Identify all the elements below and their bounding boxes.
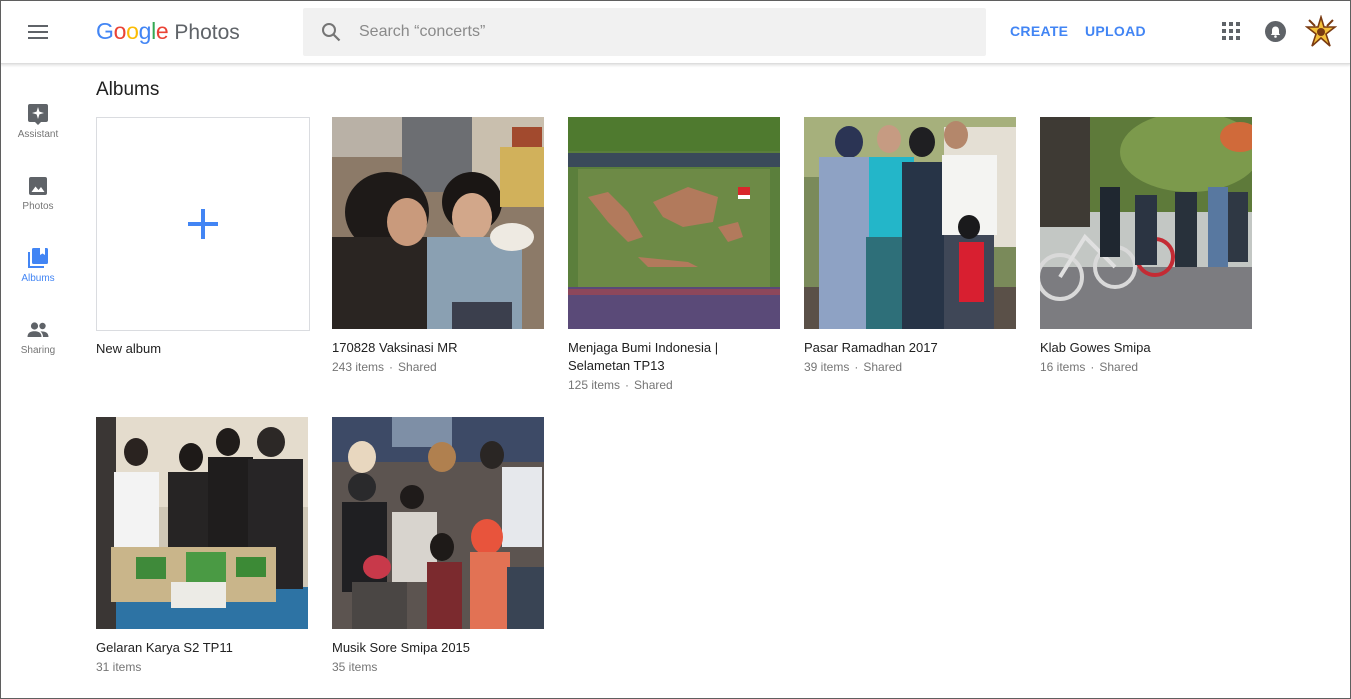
album-name: Musik Sore Smipa 2015 bbox=[332, 640, 471, 655]
album-card[interactable]: Klab Gowes Smipa 16 items · Shared bbox=[1040, 117, 1252, 376]
sidebar-item-label: Albums bbox=[21, 273, 55, 284]
meta-separator: · bbox=[1090, 360, 1095, 374]
album-shared-status: Shared bbox=[1099, 360, 1139, 374]
album-item-count: 31 items bbox=[96, 660, 142, 674]
album-shared-status: Shared bbox=[863, 360, 903, 374]
album-card[interactable]: 170828 Vaksinasi MR 243 items · Shared bbox=[332, 117, 544, 376]
album-card[interactable]: Menjaga Bumi Indonesia | Selametan TP13 … bbox=[568, 117, 780, 394]
sidebar-item-photos[interactable]: Photos bbox=[0, 172, 76, 232]
album-name: 170828 Vaksinasi MR bbox=[332, 340, 458, 355]
create-button[interactable]: CREATE bbox=[1010, 23, 1068, 39]
album-meta: 125 items · Shared bbox=[568, 376, 780, 394]
sidebar-item-label: Assistant bbox=[17, 129, 59, 140]
album-shared-status: Shared bbox=[634, 378, 673, 392]
album-cover-image[interactable] bbox=[96, 417, 308, 629]
product-name: Photos bbox=[174, 21, 240, 44]
search-bar[interactable] bbox=[303, 8, 986, 56]
album-shared-status: Shared bbox=[398, 360, 437, 374]
album-card[interactable]: Musik Sore Smipa 2015 35 items bbox=[332, 417, 544, 676]
logo-letter: G bbox=[96, 18, 114, 44]
sidebar-item-sharing[interactable]: Sharing bbox=[0, 316, 76, 376]
meta-separator: · bbox=[625, 378, 630, 392]
album-cover-image[interactable] bbox=[1040, 117, 1252, 329]
navigation-rail: Assistant Photos Albums Sharing bbox=[0, 65, 76, 695]
profile-avatar[interactable] bbox=[1304, 15, 1338, 49]
upload-button[interactable]: UPLOAD bbox=[1085, 23, 1146, 39]
album-cover-image[interactable] bbox=[804, 117, 1016, 329]
album-meta: 243 items · Shared bbox=[332, 358, 544, 376]
plus-icon bbox=[188, 209, 218, 239]
album-cover-image[interactable] bbox=[332, 417, 544, 629]
sidebar-item-assistant[interactable]: Assistant bbox=[0, 100, 76, 160]
sidebar-item-label: Sharing bbox=[20, 345, 56, 356]
album-name: Klab Gowes Smipa bbox=[1040, 340, 1151, 355]
hamburger-menu-icon[interactable] bbox=[20, 16, 56, 48]
logo-letter: e bbox=[155, 18, 169, 44]
bell-icon[interactable] bbox=[1265, 21, 1286, 42]
meta-separator: · bbox=[389, 360, 394, 374]
album-name: Gelaran Karya S2 TP11 bbox=[96, 640, 233, 655]
people-icon bbox=[26, 318, 50, 342]
album-card[interactable]: Pasar Ramadhan 2017 39 items · Shared bbox=[804, 117, 1016, 376]
album-cover-image[interactable] bbox=[332, 117, 544, 329]
meta-separator: · bbox=[854, 360, 859, 374]
album-meta: 31 items bbox=[96, 658, 308, 676]
page-title: Albums bbox=[96, 79, 160, 100]
logo-letter: o bbox=[113, 18, 127, 44]
album-meta: 16 items · Shared bbox=[1040, 358, 1252, 376]
google-photos-logo[interactable]: Google Photos bbox=[96, 18, 240, 45]
new-album-tile[interactable] bbox=[96, 117, 310, 331]
search-input[interactable] bbox=[359, 23, 959, 41]
top-app-bar: Google Photos CREATE UPLOAD bbox=[0, 0, 1351, 64]
album-item-count: 39 items bbox=[804, 360, 850, 374]
sidebar-item-albums[interactable]: Albums bbox=[0, 244, 76, 304]
album-item-count: 16 items bbox=[1040, 360, 1086, 374]
album-cover-image[interactable] bbox=[568, 117, 780, 329]
logo-letter: o bbox=[126, 18, 139, 44]
assistant-icon bbox=[26, 102, 50, 126]
album-name: Pasar Ramadhan 2017 bbox=[804, 340, 938, 355]
album-meta: 39 items · Shared bbox=[804, 358, 1016, 376]
new-album-card[interactable]: New album bbox=[96, 117, 310, 358]
album-name: Menjaga Bumi Indonesia | Selametan TP13 bbox=[568, 340, 719, 373]
logo-letter: g bbox=[138, 18, 152, 44]
sidebar-item-label: Photos bbox=[22, 201, 54, 212]
albums-icon bbox=[26, 246, 50, 270]
album-meta: 35 items bbox=[332, 658, 544, 676]
search-icon[interactable] bbox=[303, 22, 359, 42]
apps-grid-icon[interactable] bbox=[1220, 20, 1242, 42]
album-card[interactable]: Gelaran Karya S2 TP11 31 items bbox=[96, 417, 308, 676]
album-item-count: 125 items bbox=[568, 378, 621, 392]
album-name: New album bbox=[96, 341, 162, 356]
google-wordmark: Google bbox=[96, 18, 169, 45]
photo-icon bbox=[26, 174, 50, 198]
album-item-count: 35 items bbox=[332, 660, 378, 674]
album-item-count: 243 items bbox=[332, 360, 385, 374]
